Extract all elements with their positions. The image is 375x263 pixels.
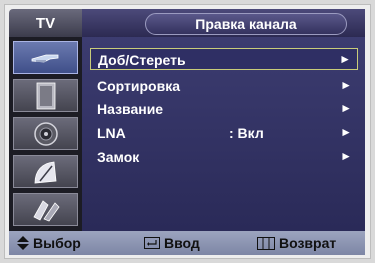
setup-tools-icon	[32, 199, 60, 221]
hint-move: Выбор	[17, 235, 81, 251]
antenna-icon	[31, 54, 58, 62]
sidebar-item-input[interactable]	[13, 41, 78, 74]
menu-item-lock[interactable]: Замок ►	[90, 146, 358, 168]
arrow-right-icon: ►	[340, 101, 352, 115]
sidebar	[9, 37, 82, 231]
arrow-right-icon: ►	[340, 125, 352, 139]
up-down-arrows-icon	[17, 236, 29, 250]
return-icon	[257, 236, 275, 250]
arrow-right-icon: ►	[339, 52, 351, 66]
menu-item-label: LNA	[97, 125, 126, 141]
menu-item-value: : Вкл	[229, 125, 264, 141]
hint-enter: Ввод	[144, 235, 200, 251]
menu-item-name[interactable]: Название ►	[90, 98, 358, 120]
menu-panel: Доб/Стереть ► Сортировка ► Название ► LN…	[82, 37, 365, 231]
arrow-right-icon: ►	[340, 78, 352, 92]
hint-move-label: Выбор	[33, 235, 81, 251]
hint-return: Возврат	[257, 235, 336, 251]
sidebar-item-sound[interactable]	[13, 117, 78, 150]
page-title: Правка канала	[145, 13, 347, 35]
tv-label: TV	[35, 14, 56, 32]
sidebar-item-setup[interactable]	[13, 193, 78, 226]
menu-item-lna[interactable]: LNA : Вкл ►	[90, 122, 358, 144]
sidebar-item-picture[interactable]	[13, 79, 78, 112]
enter-icon	[144, 237, 160, 249]
picture-icon	[36, 82, 55, 109]
satellite-dish-icon	[34, 161, 56, 183]
tv-mode-label: TV	[9, 9, 82, 37]
title-bar: Правка канала	[82, 9, 365, 37]
page-title-text: Правка канала	[195, 16, 297, 32]
menu-item-label: Доб/Стереть	[98, 52, 186, 68]
menu-item-sort[interactable]: Сортировка ►	[90, 75, 358, 97]
menu-item-add-delete[interactable]: Доб/Стереть ►	[90, 48, 358, 70]
menu-item-label: Замок	[97, 149, 140, 165]
sidebar-item-channel[interactable]	[13, 155, 78, 188]
speaker-icon	[33, 121, 58, 146]
hint-enter-label: Ввод	[164, 235, 200, 251]
menu-item-label: Сортировка	[97, 78, 180, 94]
arrow-right-icon: ►	[340, 149, 352, 163]
hint-return-label: Возврат	[279, 235, 337, 251]
help-bar: Выбор Ввод Возврат	[9, 231, 365, 255]
menu-item-label: Название	[97, 101, 164, 117]
